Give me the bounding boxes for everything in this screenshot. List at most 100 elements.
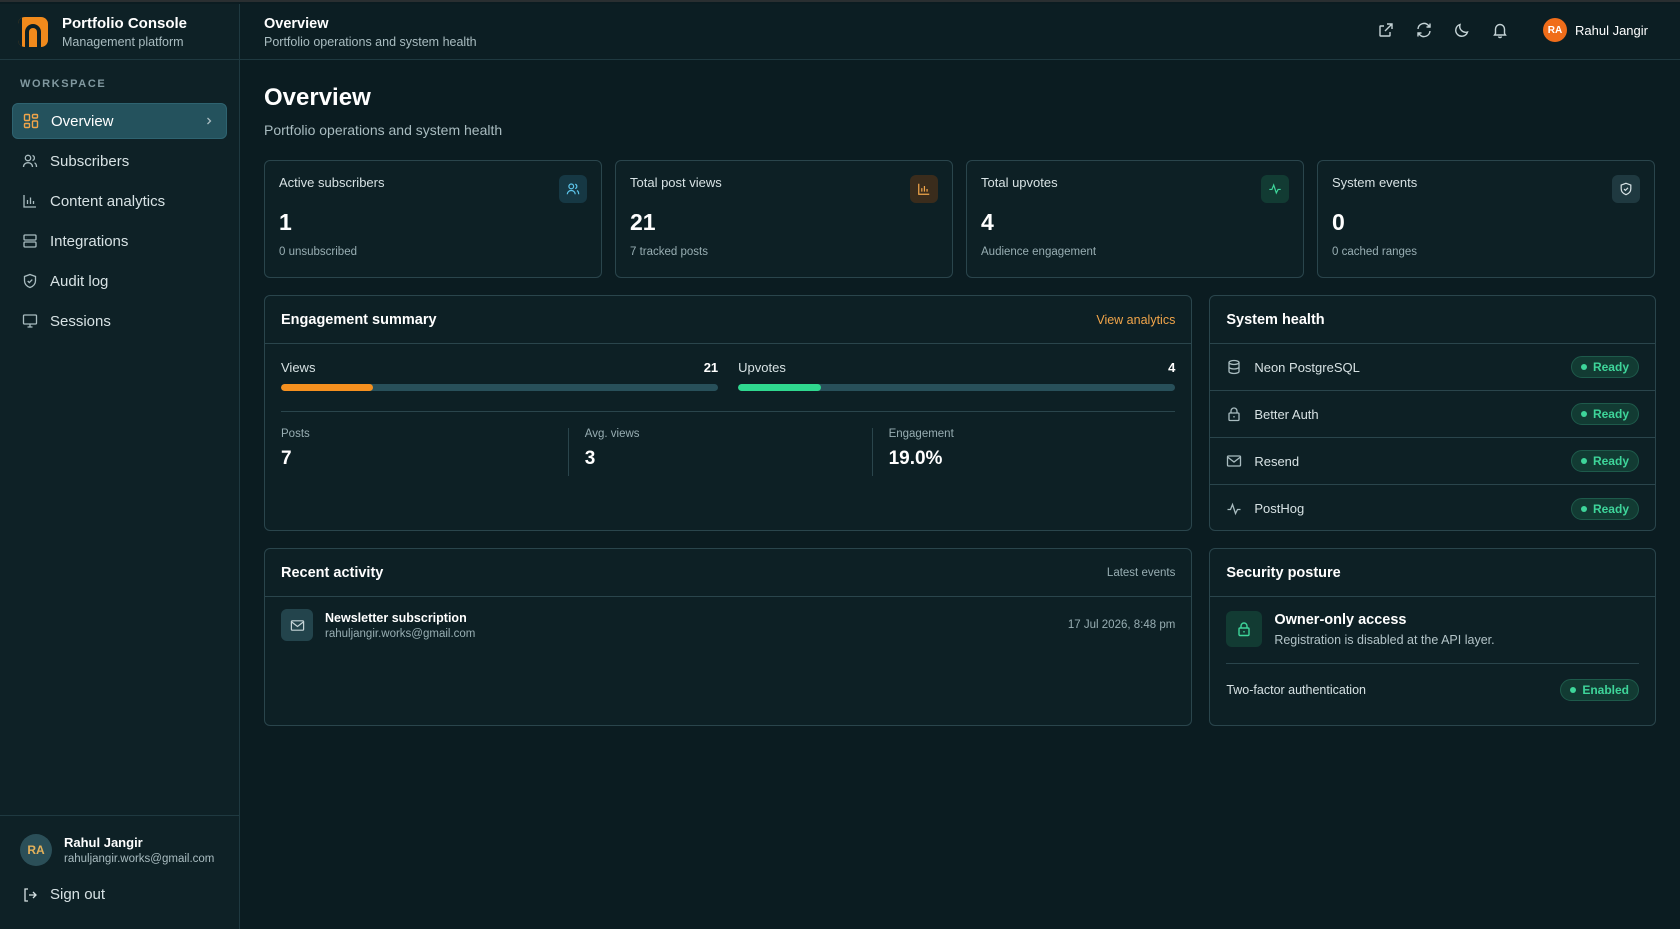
stat-sub: 7 tracked posts: [630, 246, 708, 258]
sidebar-item-overview[interactable]: Overview: [12, 103, 227, 139]
status-badge: Ready: [1570, 403, 1639, 425]
topbar-title: Overview: [264, 16, 329, 32]
stat-card-subscribers: Active subscribers 1 0 unsubscribed: [264, 160, 602, 278]
stat-value: 21: [630, 209, 656, 235]
card-title: Recent activity: [281, 564, 384, 581]
security-desc: Registration is disabled at the API laye…: [1274, 632, 1495, 647]
stats-row: Active subscribers 1 0 unsubscribed Tota…: [264, 160, 1656, 278]
topbar-subtitle: Portfolio operations and system health: [264, 35, 477, 49]
sidebar-item-integrations[interactable]: Integrations: [12, 223, 227, 259]
stat-value: 4: [981, 209, 994, 235]
activity-date: 17 Jul 2026, 8:48 pm: [1067, 619, 1176, 631]
monitor-icon: [22, 314, 38, 328]
stat-value: 1: [279, 209, 292, 235]
list-item[interactable]: Newsletter subscription rahuljangir.work…: [265, 597, 1191, 653]
sidebar-item-label: Overview: [51, 112, 114, 130]
workspace-label: WORKSPACE: [20, 78, 107, 90]
log-out-icon: [24, 887, 37, 902]
sidebar-item-label: Audit log: [50, 272, 109, 290]
health-row: Resend Ready: [1210, 438, 1655, 485]
users-icon: [22, 154, 38, 168]
metric-value: 19.0%: [888, 448, 943, 469]
security-posture-card: Security posture Owner-only access Regis…: [1209, 548, 1656, 726]
shield-check-icon: [1612, 175, 1640, 203]
metric-value: 3: [584, 448, 596, 469]
metric-avg-views: Avg. views 3: [567, 428, 872, 476]
stat-sub: 0 cached ranges: [1332, 246, 1418, 258]
logo: [18, 16, 48, 47]
stat-card-events: System events 0 0 cached ranges: [1317, 160, 1655, 278]
health-label: Resend: [1254, 453, 1300, 469]
status-badge: Ready: [1570, 450, 1639, 472]
sidebar-item-label: Sessions: [50, 312, 111, 330]
activity-icon: [1261, 175, 1289, 203]
recent-activity-card: Recent activity Latest events Newsletter…: [264, 548, 1193, 726]
security-heading: Owner-only access: [1274, 611, 1407, 628]
sidebar-user: RA Rahul Jangir rahuljangir.works@gmail.…: [0, 815, 240, 929]
grid-icon: [23, 113, 39, 129]
shield-check-icon: [23, 273, 37, 289]
topbar-user-menu[interactable]: RA Rahul Jangir: [1543, 18, 1648, 42]
sidebar-item-subscribers[interactable]: Subscribers: [12, 143, 227, 179]
sidebar-nav: Overview Subscribers Content analytics I…: [0, 103, 239, 339]
brand: Portfolio Console Management platform: [0, 4, 239, 60]
mail-icon: [281, 609, 313, 641]
bar-label: Upvotes: [738, 360, 786, 375]
external-link-icon[interactable]: [1377, 21, 1395, 39]
upvotes-bar: Upvotes 4: [738, 360, 1176, 391]
stat-card-views: Total post views 21 7 tracked posts: [615, 160, 953, 278]
avatar: RA: [20, 834, 52, 866]
bell-icon[interactable]: [1491, 21, 1509, 39]
activity-email: rahuljangir.works@gmail.com: [325, 627, 476, 640]
chevron-right-icon: [207, 117, 212, 125]
stat-label: System events: [1332, 175, 1418, 190]
lock-icon: [1228, 407, 1240, 422]
metric-label: Avg. views: [584, 428, 640, 440]
topbar: Overview Portfolio operations and system…: [240, 4, 1680, 60]
database-icon: [1228, 359, 1240, 375]
activity-row: Recent activity Latest events Newsletter…: [264, 548, 1656, 726]
mail-icon: [1227, 455, 1242, 467]
progress-track: [738, 384, 1176, 391]
bar-value: 4: [1168, 360, 1176, 375]
page-subtitle: Portfolio operations and system health: [264, 122, 503, 138]
health-row: Neon PostgreSQL Ready: [1210, 344, 1655, 391]
progress-fill: [281, 384, 373, 391]
refresh-icon[interactable]: [1415, 21, 1433, 39]
sidebar-item-content-analytics[interactable]: Content analytics: [12, 183, 227, 219]
health-row: Better Auth Ready: [1210, 391, 1655, 438]
status-badge: Enabled: [1560, 679, 1639, 701]
bar-chart-icon: [23, 195, 36, 208]
card-title: Engagement summary: [281, 311, 437, 328]
moon-icon[interactable]: [1453, 21, 1471, 39]
stat-value: 0: [1332, 209, 1345, 235]
sidebar: Portfolio Console Management platform WO…: [0, 4, 240, 929]
activity-title: Newsletter subscription: [325, 610, 467, 625]
topbar-actions: RA Rahul Jangir: [1377, 18, 1648, 42]
bar-chart-icon: [910, 175, 938, 203]
bar-label: Views: [281, 360, 316, 375]
stat-sub: 0 unsubscribed: [279, 246, 357, 258]
metric-engagement: Engagement 19.0%: [871, 428, 1176, 476]
view-analytics-link[interactable]: View analytics: [1096, 313, 1175, 327]
card-title: Security posture: [1226, 564, 1341, 581]
sidebar-item-label: Content analytics: [50, 192, 166, 210]
sidebar-item-audit-log[interactable]: Audit log: [12, 263, 227, 299]
metric-label: Posts: [281, 428, 310, 440]
sign-out-button[interactable]: Sign out: [0, 886, 240, 903]
user-name: Rahul Jangir: [64, 835, 143, 850]
brand-title: Portfolio Console: [62, 14, 187, 32]
stat-card-upvotes: Total upvotes 4 Audience engagement: [966, 160, 1304, 278]
activity-icon: [1227, 502, 1241, 515]
progress-track: [281, 384, 719, 391]
card-title: System health: [1226, 311, 1325, 328]
sidebar-item-label: Integrations: [50, 232, 129, 250]
stat-label: Active subscribers: [279, 175, 385, 190]
sidebar-item-sessions[interactable]: Sessions: [12, 303, 227, 339]
tfa-label: Two-factor authentication: [1226, 683, 1366, 697]
engagement-card: Engagement summary View analytics Views 2…: [264, 295, 1193, 531]
users-icon: [559, 175, 587, 203]
progress-fill: [738, 384, 822, 391]
status-badge: Ready: [1570, 356, 1639, 378]
status-badge: Ready: [1570, 497, 1639, 520]
